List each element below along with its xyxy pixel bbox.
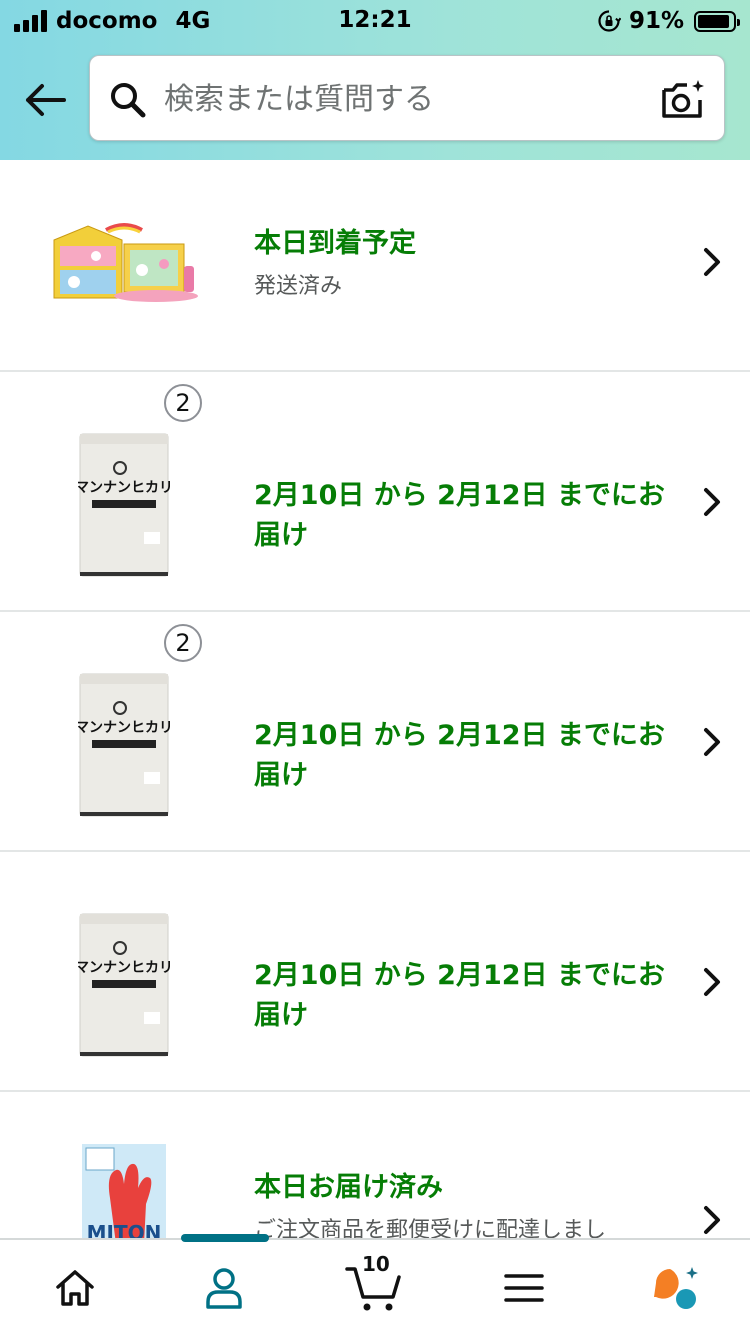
rice-brand-label: マンナンヒカリ xyxy=(78,480,170,496)
back-button[interactable] xyxy=(20,78,70,122)
order-status-subtitle: 発送済み xyxy=(254,274,343,299)
chevron-right-icon[interactable] xyxy=(700,486,724,518)
tab-account[interactable] xyxy=(194,1258,254,1318)
search-bar[interactable] xyxy=(89,55,725,141)
tab-home[interactable] xyxy=(45,1258,105,1318)
tab-menu[interactable] xyxy=(494,1258,554,1318)
chevron-right-icon[interactable] xyxy=(700,966,724,998)
status-right: 91% xyxy=(597,8,740,34)
product-image-rice-bag: マンナンヒカリ xyxy=(78,913,170,1057)
order-status-title: 2月10日 から 2月12日 までにお届け xyxy=(254,960,665,1031)
chevron-right-icon[interactable] xyxy=(700,1204,724,1236)
battery-percent: 91% xyxy=(628,8,684,34)
product-image-gloves: MITON xyxy=(82,1144,166,1244)
account-icon xyxy=(206,1268,242,1309)
back-arrow-icon xyxy=(26,84,66,116)
battery-icon xyxy=(694,10,740,32)
order-list: 本日到着予定 発送済み マンナンヒカリ 2 2月10日 から 2月12日 までに… xyxy=(0,160,750,1332)
product-image-rice-bag: マンナンヒカリ xyxy=(78,433,170,577)
rice-brand-label: マンナンヒカリ xyxy=(78,720,170,736)
tab-assistant[interactable] xyxy=(644,1258,704,1318)
order-status-title: 本日到着予定 xyxy=(254,228,416,259)
home-icon xyxy=(56,1270,94,1306)
assistant-icon xyxy=(654,1267,698,1309)
rotation-lock-icon xyxy=(598,10,621,32)
battery-level xyxy=(698,14,729,28)
app-header: docomo 4G 12:21 91% xyxy=(0,0,750,160)
chevron-right-icon[interactable] xyxy=(700,246,724,278)
order-status-title: 2月10日 から 2月12日 までにお届け xyxy=(254,720,665,791)
cart-count-badge: 10 xyxy=(362,1252,390,1276)
order-status-title: 2月10日 から 2月12日 までにお届け xyxy=(254,480,665,551)
order-row[interactable]: 本日到着予定 発送済み xyxy=(0,160,750,372)
camera-icon[interactable] xyxy=(660,78,706,120)
product-image-rice-bag: マンナンヒカリ xyxy=(78,673,170,817)
search-input[interactable] xyxy=(164,74,644,124)
chevron-right-icon[interactable] xyxy=(700,726,724,758)
menu-icon xyxy=(504,1274,544,1302)
quantity-badge: 2 xyxy=(164,384,202,422)
order-row[interactable]: マンナンヒカリ 2 2月10日 から 2月12日 までにお届け xyxy=(0,372,750,612)
rice-brand-label: マンナンヒカリ xyxy=(78,960,170,976)
status-bar: docomo 4G 12:21 91% xyxy=(0,0,750,44)
bottom-tab-bar: 10 xyxy=(0,1234,750,1334)
search-icon[interactable] xyxy=(108,80,148,120)
quantity-badge: 2 xyxy=(164,624,202,662)
product-image-toy-house xyxy=(53,223,198,302)
order-status-title: 本日お届け済み xyxy=(254,1172,443,1203)
order-row[interactable]: マンナンヒカリ 2 2月10日 から 2月12日 までにお届け xyxy=(0,612,750,852)
order-row[interactable]: マンナンヒカリ 2月10日 から 2月12日 までにお届け xyxy=(0,852,750,1092)
active-tab-indicator xyxy=(181,1234,269,1242)
